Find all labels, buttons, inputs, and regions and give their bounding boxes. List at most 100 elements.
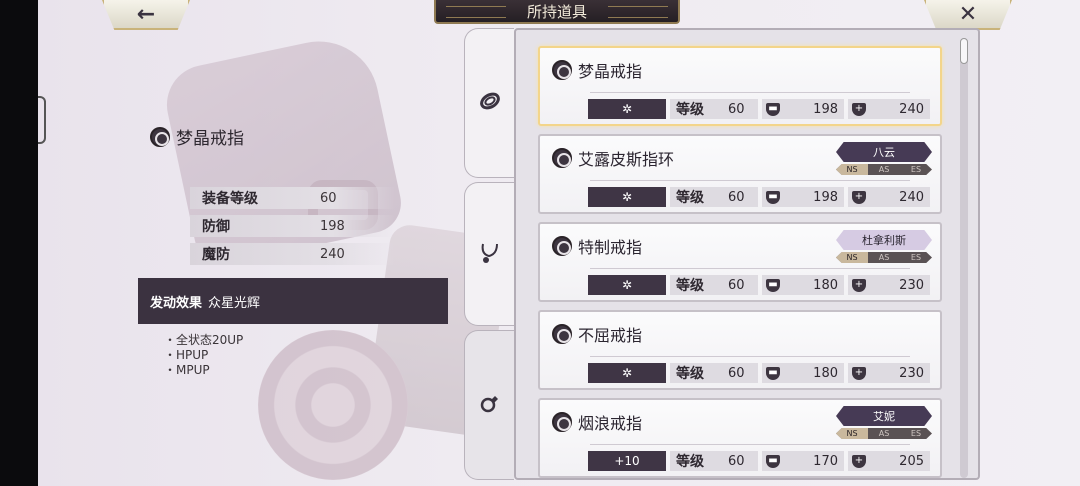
type-es: ES (910, 253, 922, 262)
bracelet-icon (479, 90, 501, 117)
item-name-label: 艾露皮斯指环 (578, 150, 675, 169)
edge-handle[interactable] (38, 96, 46, 144)
type-as: AS (878, 253, 890, 262)
item-card[interactable]: 不屈戒指 ✲ 等级 60 ▬ 180 + 230 (538, 310, 942, 390)
item-name-label: 梦晶戒指 (578, 62, 643, 81)
type-indicator: NS AS ES (836, 252, 932, 263)
character-name: 杜拿利斯 (836, 230, 932, 250)
item-card[interactable]: 梦晶戒指 ✲ 等级 60 ▬ 198 + 240 (538, 46, 942, 126)
level-value: 60 (728, 277, 745, 293)
character-tag: 八云 NS AS ES (836, 142, 932, 175)
back-arrow-icon: ← (136, 1, 156, 27)
ring-icon (552, 236, 572, 256)
item-stats: ✲ 等级 60 ▬ 180 + 230 (588, 274, 930, 296)
magic-defense-box: + 240 (848, 187, 930, 207)
magic-shield-icon: + (852, 366, 866, 380)
type-indicator: NS AS ES (836, 428, 932, 439)
defense-box: ▬ 198 (762, 99, 844, 119)
stat-value: 198 (320, 218, 345, 234)
level-label: 等级 (676, 190, 704, 206)
defense-box: ▬ 198 (762, 187, 844, 207)
magic-defense-value: 230 (899, 365, 924, 381)
stat-label: 魔防 (202, 247, 230, 263)
scroll-thumb[interactable] (960, 38, 968, 64)
stat-row-defense: 防御 198 (190, 215, 395, 237)
enhance-badge: +10 (588, 451, 666, 471)
magic-defense-value: 205 (899, 453, 924, 469)
selected-item-label: 梦晶戒指 (176, 129, 244, 149)
enhance-badge: ✲ (588, 99, 666, 119)
item-list[interactable]: 梦晶戒指 ✲ 等级 60 ▬ 198 + 240 艾露皮斯指环 八云 NS AS… (514, 28, 980, 480)
scrollbar[interactable] (960, 38, 968, 478)
ring-icon (552, 412, 572, 432)
shield-icon: ▬ (766, 190, 780, 204)
stat-label: 防御 (202, 219, 230, 235)
close-icon: ✕ (958, 1, 978, 27)
type-es: ES (910, 429, 922, 438)
divider (590, 444, 910, 445)
character-name: 艾妮 (836, 406, 932, 426)
enhance-badge: ✲ (588, 187, 666, 207)
magic-shield-icon: + (852, 190, 866, 204)
magic-defense-box: + 205 (848, 451, 930, 471)
ring-icon (479, 392, 501, 419)
shield-icon: ▬ (766, 454, 780, 468)
divider (590, 92, 910, 93)
item-card[interactable]: 烟浪戒指 艾妮 NS AS ES +10 等级 60 ▬ 170 + 205 (538, 398, 942, 478)
magic-defense-value: 240 (899, 101, 924, 117)
type-ns: NS (836, 164, 868, 175)
item-name-label: 不屈戒指 (578, 326, 643, 345)
item-name: 艾露皮斯指环 (552, 146, 674, 170)
level-label: 等级 (676, 454, 704, 470)
item-stats: ✲ 等级 60 ▬ 198 + 240 (588, 186, 930, 208)
level-label: 等级 (676, 102, 704, 118)
item-card[interactable]: 艾露皮斯指环 八云 NS AS ES ✲ 等级 60 ▬ 198 + 240 (538, 134, 942, 214)
defense-box: ▬ 180 (762, 363, 844, 383)
game-screen: ← 所持道具 ✕ 梦晶戒指 装备等级 60 防御 198 魔防 240 发动效果… (38, 0, 1080, 486)
effect-name: 众星光辉 (208, 295, 261, 311)
magic-defense-value: 240 (899, 189, 924, 205)
magic-shield-icon: + (852, 102, 866, 116)
ring-icon (552, 60, 572, 80)
level-value: 60 (728, 189, 745, 205)
item-stats: ✲ 等级 60 ▬ 198 + 240 (588, 98, 930, 120)
effect-item: ・MPUP (164, 363, 210, 377)
back-button[interactable]: ← (102, 0, 190, 30)
divider (590, 180, 910, 181)
effect-bar: 发动效果 众星光辉 (138, 278, 448, 324)
item-name: 不屈戒指 (552, 322, 642, 346)
enhance-badge: ✲ (588, 275, 666, 295)
item-name: 梦晶戒指 (552, 58, 642, 82)
magic-defense-box: + 240 (848, 99, 930, 119)
shield-icon: ▬ (766, 278, 780, 292)
shield-icon: ▬ (766, 102, 780, 116)
defense-value: 180 (813, 277, 838, 293)
defense-box: ▬ 180 (762, 275, 844, 295)
item-name: 特制戒指 (552, 234, 642, 258)
type-indicator: NS AS ES (836, 164, 932, 175)
level-box: 等级 60 (670, 363, 758, 383)
type-as: AS (878, 429, 890, 438)
item-stats: ✲ 等级 60 ▬ 180 + 230 (588, 362, 930, 384)
magic-shield-icon: + (852, 278, 866, 292)
character-tag: 杜拿利斯 NS AS ES (836, 230, 932, 263)
tab-bracelet[interactable] (464, 28, 514, 178)
tab-ring[interactable] (464, 330, 514, 480)
level-box: 等级 60 (670, 451, 758, 471)
close-button[interactable]: ✕ (924, 0, 1012, 30)
type-as: AS (878, 165, 890, 174)
magic-defense-box: + 230 (848, 275, 930, 295)
divider (590, 268, 910, 269)
defense-box: ▬ 170 (762, 451, 844, 471)
stat-row-level: 装备等级 60 (190, 187, 395, 209)
level-value: 60 (728, 365, 745, 381)
stat-row-magic-defense: 魔防 240 (190, 243, 395, 265)
type-es: ES (910, 165, 922, 174)
item-card[interactable]: 特制戒指 杜拿利斯 NS AS ES ✲ 等级 60 ▬ 180 + 230 (538, 222, 942, 302)
item-name-label: 特制戒指 (578, 238, 643, 257)
tab-necklace[interactable] (464, 182, 514, 326)
page-title: 所持道具 (434, 0, 680, 24)
defense-value: 198 (813, 101, 838, 117)
enhance-badge: ✲ (588, 363, 666, 383)
divider (590, 356, 910, 357)
